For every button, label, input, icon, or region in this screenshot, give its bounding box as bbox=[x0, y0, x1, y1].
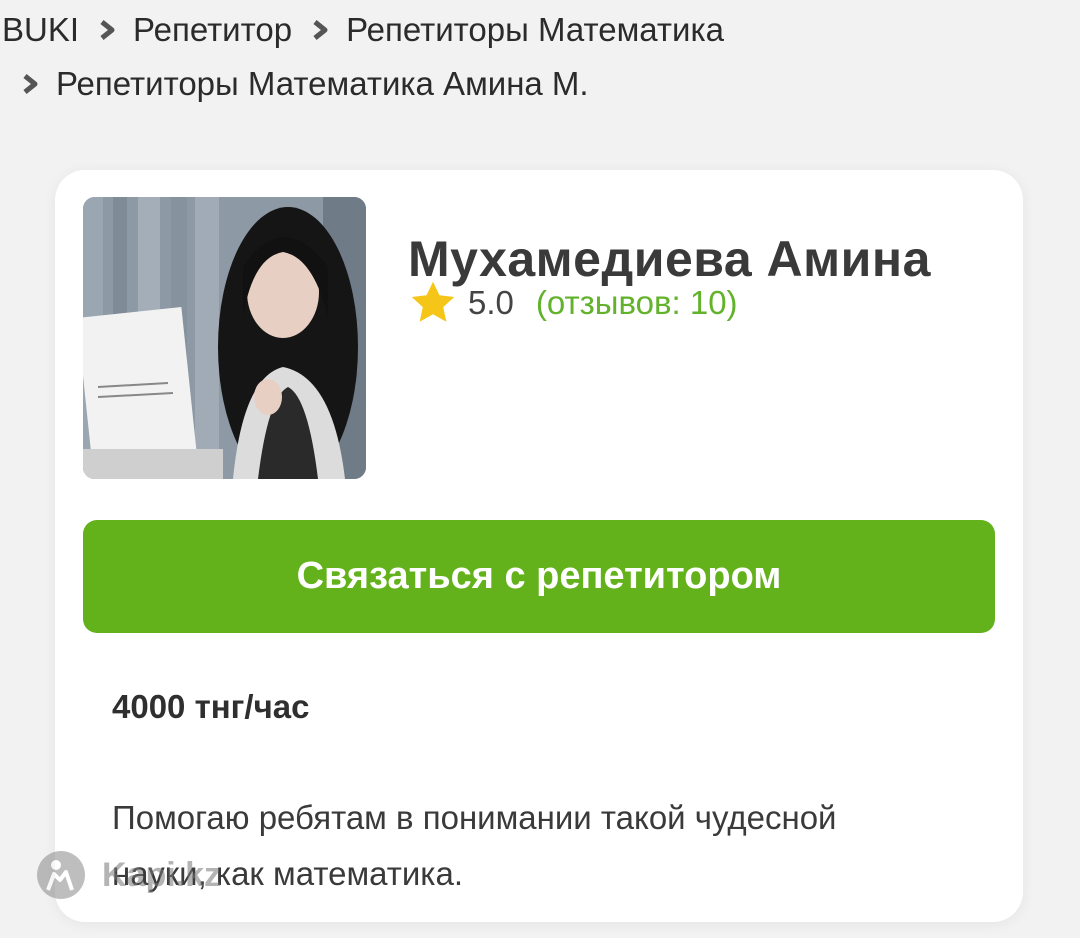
breadcrumb-link-buki[interactable]: BUKI bbox=[2, 11, 79, 49]
reviews-link[interactable]: (отзывов: 10) bbox=[536, 284, 738, 322]
tutor-description: Помогаю ребятам в понимании такой чудесн… bbox=[112, 799, 837, 892]
tutor-card: Мухамедиева Амина 5.0 (отзывов: 10) Связ… bbox=[55, 170, 1023, 922]
tutor-photo-image bbox=[83, 197, 366, 479]
chevron-right-icon bbox=[22, 73, 40, 95]
contact-tutor-button[interactable]: Связаться с репетитором bbox=[83, 520, 995, 633]
price: 4000 тнг/час bbox=[112, 688, 310, 725]
breadcrumb-current: Репетиторы Математика Амина М. bbox=[56, 65, 589, 102]
breadcrumb: BUKI Репетитор Репетиторы Математика Реп… bbox=[0, 0, 1080, 130]
watermark: Kapi.kz bbox=[36, 850, 221, 900]
rating-row: 5.0 (отзывов: 10) bbox=[408, 278, 738, 328]
breadcrumb-link-math-tutors[interactable]: Репетиторы Математика bbox=[346, 11, 724, 49]
watermark-logo-icon bbox=[37, 851, 85, 899]
chevron-right-icon bbox=[99, 19, 117, 41]
breadcrumb-row: Репетиторы Математика Амина М. bbox=[22, 62, 609, 106]
breadcrumb-row: BUKI Репетитор Репетиторы Математика bbox=[2, 8, 744, 52]
star-icon bbox=[411, 281, 455, 322]
rating-value: 5.0 bbox=[468, 284, 514, 321]
breadcrumb-link-tutor[interactable]: Репетитор bbox=[133, 11, 292, 49]
watermark-text: Kapi.kz bbox=[102, 855, 222, 894]
chevron-right-icon bbox=[312, 19, 330, 41]
tutor-photo bbox=[83, 197, 366, 479]
